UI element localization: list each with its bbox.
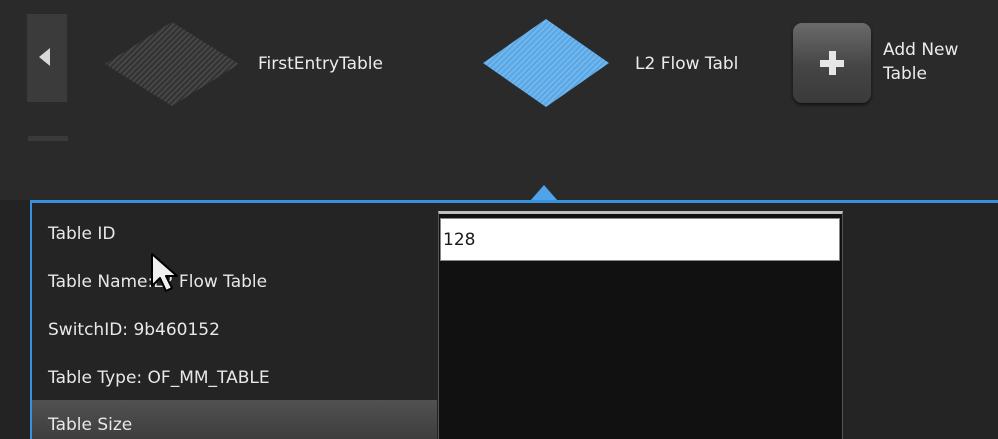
scroll-left-button[interactable]: [27, 14, 67, 102]
table-carousel: FirstEntryTable L2 Flow Tabl Add New Tab…: [0, 0, 998, 200]
table-diamond-icon: [105, 22, 239, 106]
table-item-first-entry[interactable]: [103, 20, 241, 108]
property-switch-id[interactable]: SwitchID: 9b460152: [48, 320, 220, 340]
table-item-l2-flow[interactable]: [481, 17, 611, 109]
mouse-cursor-icon: [151, 253, 178, 292]
carousel-scrollbar[interactable]: [28, 136, 68, 141]
table-item-label[interactable]: FirstEntryTable: [258, 54, 383, 74]
table-diamond-icon: [483, 19, 609, 107]
add-new-table-button[interactable]: [793, 23, 871, 103]
table-item-label[interactable]: L2 Flow Tabl: [635, 54, 738, 74]
property-table-id[interactable]: Table ID: [48, 224, 115, 244]
add-new-table-label[interactable]: Add New Table: [883, 38, 993, 86]
table-id-input[interactable]: [440, 218, 840, 261]
selection-pointer: [530, 185, 558, 201]
left-arrow-icon: [39, 48, 50, 66]
property-table-type[interactable]: Table Type: OF_MM_TABLE: [48, 368, 270, 388]
property-table-size[interactable]: Table Size: [48, 415, 132, 435]
